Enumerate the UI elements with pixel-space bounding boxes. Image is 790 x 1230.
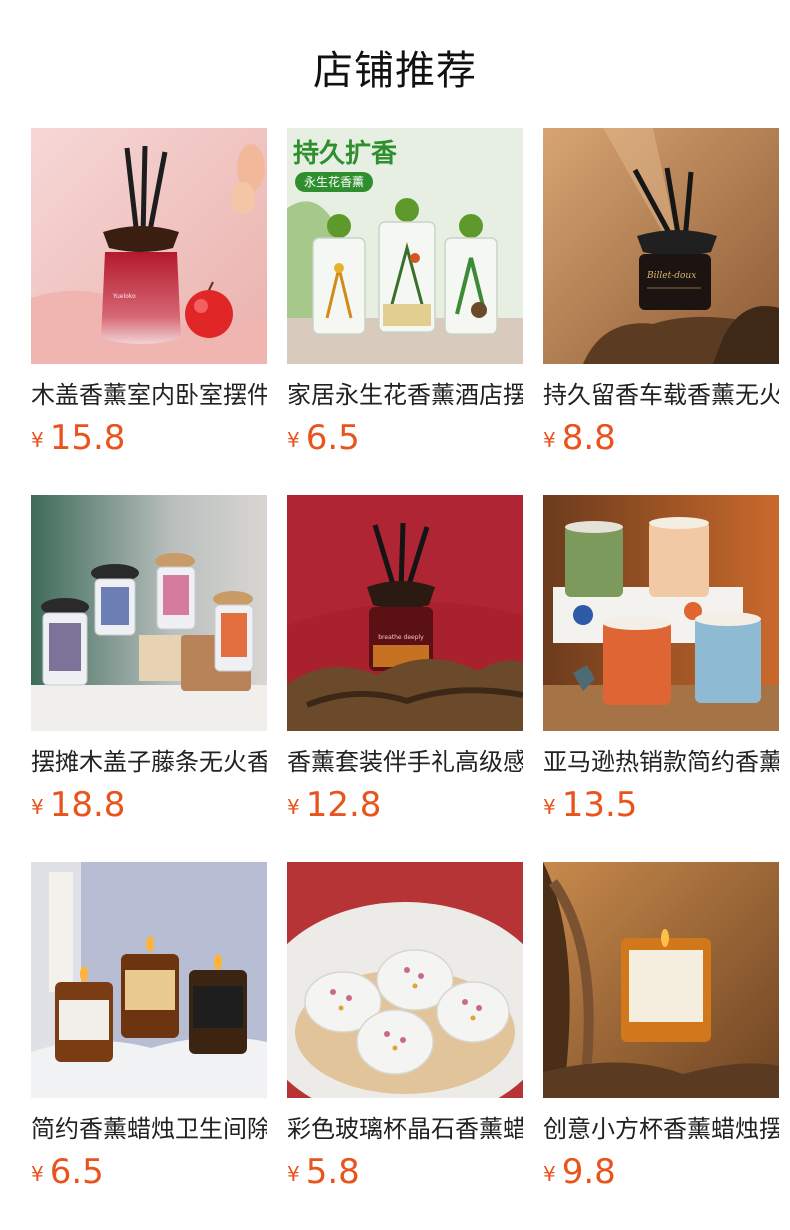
price-value: 12.8 xyxy=(305,785,382,825)
image-subline: 永生花香薰 xyxy=(304,174,364,189)
price-value: 6.5 xyxy=(305,418,360,458)
product-card[interactable]: 摆摊木盖子藤条无火香薰 ¥18.8 xyxy=(31,495,267,862)
svg-text:Billet-doux: Billet-doux xyxy=(646,271,696,281)
price-value: 18.8 xyxy=(49,785,126,825)
product-card[interactable]: 创意小方杯香薰蜡烛摆件 ¥9.8 xyxy=(543,862,779,1229)
price-value: 9.8 xyxy=(561,1152,616,1192)
product-name[interactable]: 摆摊木盖子藤条无火香薰 xyxy=(31,745,267,779)
product-name[interactable]: 持久留香车载香薰无火 xyxy=(543,378,779,412)
price-value: 15.8 xyxy=(49,418,126,458)
product-image[interactable]: Yueloko xyxy=(31,128,267,364)
page-title: 店铺推荐 xyxy=(313,48,477,94)
product-price: ¥13.5 xyxy=(543,783,779,827)
currency-symbol: ¥ xyxy=(543,1162,556,1186)
product-card[interactable]: breathe deeply 香薰套装伴手礼高级感 ¥12.8 xyxy=(287,495,523,862)
product-price: ¥12.8 xyxy=(287,783,523,827)
product-price: ¥5.8 xyxy=(287,1150,523,1194)
product-price: ¥9.8 xyxy=(543,1150,779,1194)
product-name[interactable]: 创意小方杯香薰蜡烛摆件 xyxy=(543,1112,779,1146)
product-grid: Yueloko 木盖香薰室内卧室摆件 ¥15.8 持久扩香 永生花香薰 家居永生… xyxy=(31,128,790,1229)
product-image[interactable] xyxy=(31,862,267,1098)
product-image[interactable]: 持久扩香 永生花香薰 xyxy=(287,128,523,364)
product-image[interactable]: Billet-doux xyxy=(543,128,779,364)
product-image[interactable] xyxy=(543,862,779,1098)
price-value: 8.8 xyxy=(561,418,616,458)
product-name[interactable]: 香薰套装伴手礼高级感 xyxy=(287,745,523,779)
product-price: ¥6.5 xyxy=(287,416,523,460)
product-price: ¥18.8 xyxy=(31,783,267,827)
product-price: ¥6.5 xyxy=(31,1150,267,1194)
product-card[interactable]: Billet-doux 持久留香车载香薰无火 ¥8.8 xyxy=(543,128,779,495)
product-image[interactable] xyxy=(287,862,523,1098)
currency-symbol: ¥ xyxy=(287,1162,300,1186)
product-card[interactable]: Yueloko 木盖香薰室内卧室摆件 ¥15.8 xyxy=(31,128,267,495)
product-name[interactable]: 彩色玻璃杯晶石香薰蜡烛 xyxy=(287,1112,523,1146)
currency-symbol: ¥ xyxy=(287,428,300,452)
product-name[interactable]: 简约香薰蜡烛卫生间除味 xyxy=(31,1112,267,1146)
product-card[interactable]: 持久扩香 永生花香薰 家居永生花香薰酒店摆件 ¥6.5 xyxy=(287,128,523,495)
price-value: 6.5 xyxy=(49,1152,104,1192)
currency-symbol: ¥ xyxy=(31,428,44,452)
product-image[interactable]: breathe deeply xyxy=(287,495,523,731)
product-card[interactable]: 简约香薰蜡烛卫生间除味 ¥6.5 xyxy=(31,862,267,1229)
product-card[interactable]: 彩色玻璃杯晶石香薰蜡烛 ¥5.8 xyxy=(287,862,523,1229)
currency-symbol: ¥ xyxy=(31,795,44,819)
product-name[interactable]: 亚马逊热销款简约香薰蜡烛 xyxy=(543,745,779,779)
image-headline: 持久扩香 xyxy=(293,139,397,169)
currency-symbol: ¥ xyxy=(543,795,556,819)
product-image[interactable] xyxy=(31,495,267,731)
currency-symbol: ¥ xyxy=(287,795,300,819)
currency-symbol: ¥ xyxy=(31,1162,44,1186)
price-value: 13.5 xyxy=(561,785,638,825)
product-name[interactable]: 木盖香薰室内卧室摆件 xyxy=(31,378,267,412)
currency-symbol: ¥ xyxy=(543,428,556,452)
product-price: ¥8.8 xyxy=(543,416,779,460)
svg-text:breathe deeply: breathe deeply xyxy=(378,634,424,641)
price-value: 5.8 xyxy=(305,1152,360,1192)
product-price: ¥15.8 xyxy=(31,416,267,460)
product-card[interactable]: 亚马逊热销款简约香薰蜡烛 ¥13.5 xyxy=(543,495,779,862)
product-image[interactable] xyxy=(543,495,779,731)
product-name[interactable]: 家居永生花香薰酒店摆件 xyxy=(287,378,523,412)
svg-text:Yueloko: Yueloko xyxy=(112,293,136,300)
